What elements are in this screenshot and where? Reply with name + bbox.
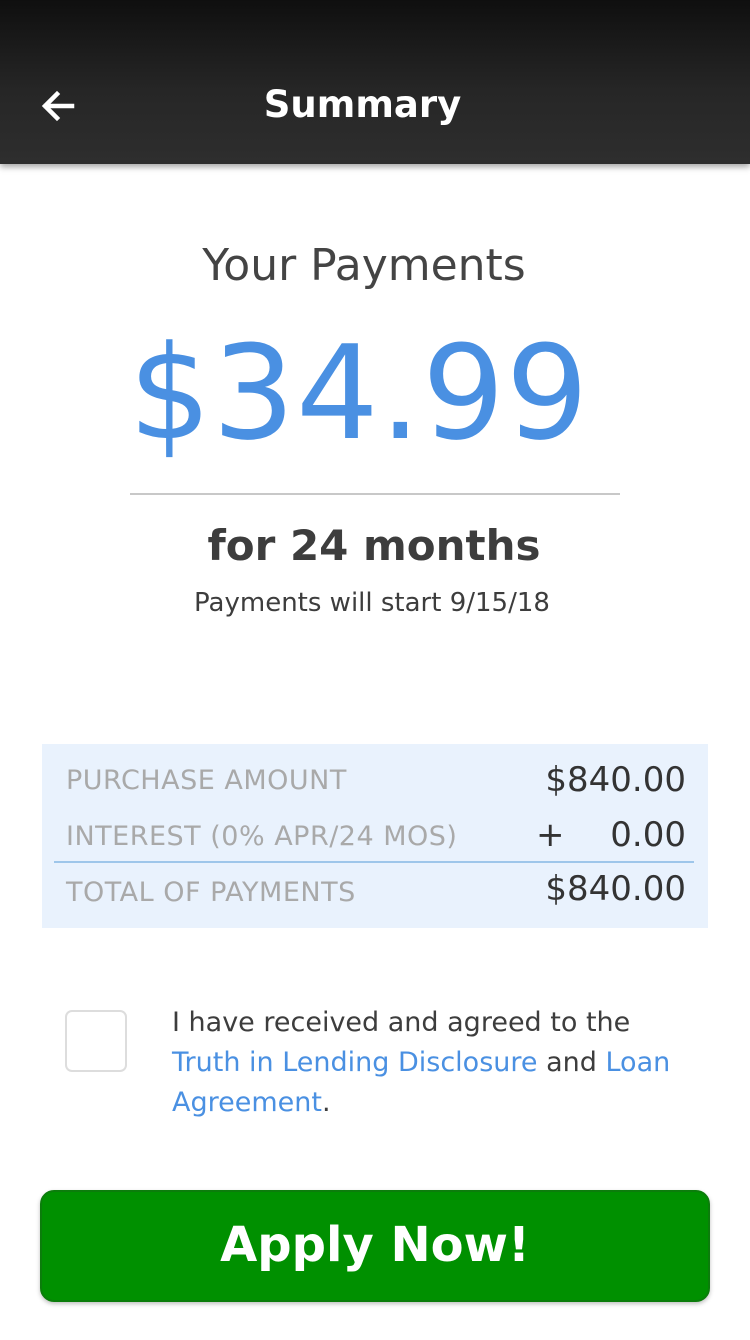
apply-now-button[interactable]: Apply Now! (40, 1190, 710, 1302)
divider (130, 493, 620, 495)
payment-amount: $34.99 (128, 317, 590, 469)
agreement-checkbox[interactable] (65, 1010, 127, 1072)
agreement-text-middle: and (537, 1047, 606, 1078)
total-payments-value: $840.00 (545, 869, 686, 909)
payments-heading: Your Payments (202, 240, 526, 291)
agreement-text-start: I have received and agreed to the (172, 1007, 631, 1038)
interest-value: 0.00 (610, 815, 686, 855)
purchase-amount-value: $840.00 (545, 760, 686, 800)
truth-in-lending-link[interactable]: Truth in Lending Disclosure (172, 1047, 538, 1078)
agreement-text: I have received and agreed to the Truth … (172, 1003, 692, 1123)
total-divider (54, 861, 694, 863)
app-bar: Summary (0, 0, 750, 164)
payment-start-note: Payments will start 9/15/18 (194, 588, 550, 618)
interest-label: INTEREST (0% APR/24 MOS) (66, 821, 458, 852)
purchase-amount-label: PURCHASE AMOUNT (66, 765, 347, 796)
interest-plus-sign: + (536, 815, 565, 855)
payment-term: for 24 months (207, 521, 541, 570)
total-payments-label: TOTAL OF PAYMENTS (66, 877, 356, 908)
payment-breakdown-table: PURCHASE AMOUNT $840.00 INTEREST (0% APR… (42, 744, 708, 928)
page-title: Summary (263, 83, 462, 126)
agreement-text-end: . (321, 1087, 331, 1118)
